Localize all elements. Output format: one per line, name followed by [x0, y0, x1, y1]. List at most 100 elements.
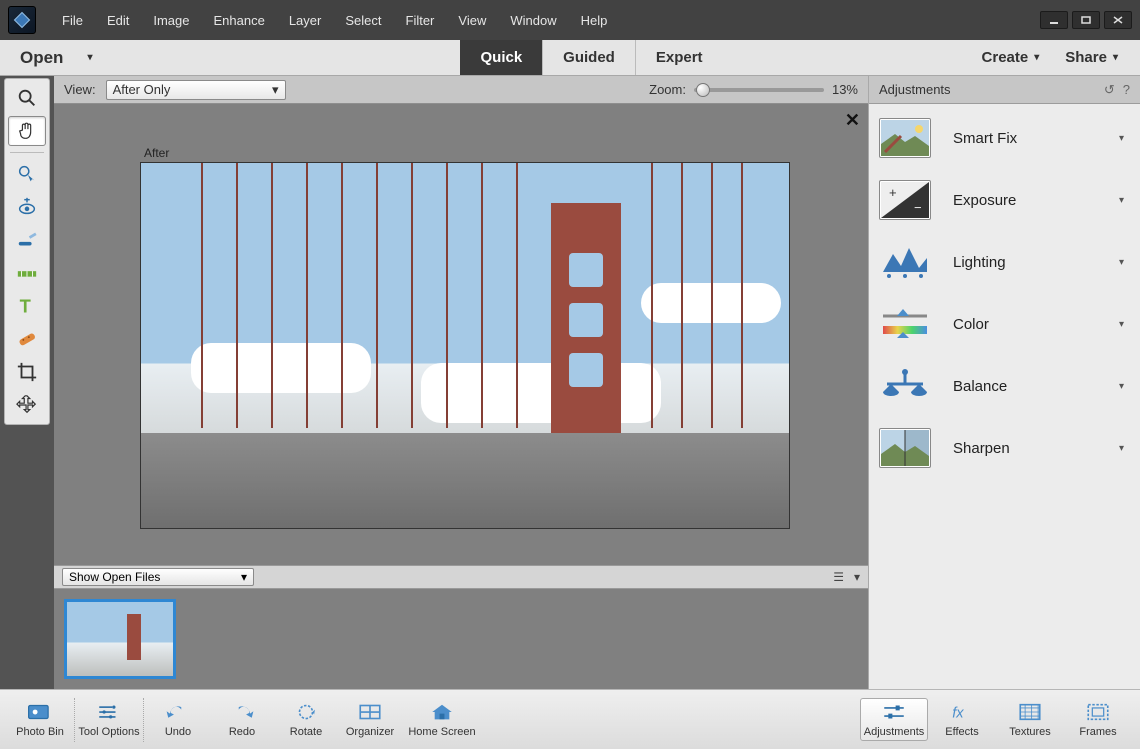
separator [10, 152, 44, 153]
collapse-icon[interactable]: ▾ [854, 570, 860, 584]
svg-text:fx: fx [952, 706, 964, 722]
cable [236, 163, 238, 428]
chevron-down-icon: ▾ [87, 52, 92, 63]
zoom-slider-thumb[interactable] [696, 83, 710, 97]
tool-redeye[interactable] [8, 192, 46, 222]
close-document-button[interactable]: ✕ [845, 110, 860, 131]
effects-label: Effects [945, 726, 978, 738]
create-button[interactable]: Create ▾ [972, 49, 1050, 66]
cable [481, 163, 483, 428]
tool-crop[interactable] [8, 357, 46, 387]
cable [411, 163, 413, 428]
cable [376, 163, 378, 428]
zoom-label: Zoom: [649, 82, 686, 97]
right-actions: Create ▾ Share ▾ [960, 40, 1140, 75]
menu-help[interactable]: Help [569, 13, 620, 28]
redo-label: Redo [229, 726, 255, 738]
rotate-button[interactable]: Rotate [274, 701, 338, 738]
menu-image[interactable]: Image [141, 13, 201, 28]
tool-straighten[interactable] [8, 258, 46, 288]
adj-exposure[interactable]: +− Exposure ▾ [879, 180, 1130, 220]
app-icon [8, 6, 36, 34]
reset-icon[interactable]: ↺ [1104, 82, 1115, 98]
close-button[interactable] [1104, 11, 1132, 29]
zoom-slider[interactable] [694, 88, 824, 92]
tab-guided[interactable]: Guided [542, 40, 635, 75]
tab-expert[interactable]: Expert [635, 40, 723, 75]
adjustments-label: Adjustments [864, 726, 925, 738]
home-screen-label: Home Screen [408, 726, 475, 738]
adj-lighting[interactable]: Lighting ▾ [879, 242, 1130, 282]
svg-text:+: + [889, 185, 897, 200]
organizer-button[interactable]: Organizer [338, 701, 402, 738]
menu-view[interactable]: View [446, 13, 498, 28]
photo-bin-label: Photo Bin [16, 726, 64, 738]
photo-bin-button[interactable]: Photo Bin [8, 701, 72, 738]
share-button[interactable]: Share ▾ [1055, 49, 1128, 66]
textures-panel-button[interactable]: Textures [996, 701, 1064, 738]
effects-panel-button[interactable]: fx Effects [928, 701, 996, 738]
maximize-button[interactable] [1072, 11, 1100, 29]
tool-text[interactable]: T [8, 291, 46, 321]
share-label: Share [1065, 49, 1107, 66]
adj-color[interactable]: Color ▾ [879, 304, 1130, 344]
adjustments-panel-button[interactable]: Adjustments [860, 698, 928, 741]
undo-button[interactable]: Undo [146, 701, 210, 738]
cable [741, 163, 743, 428]
tool-heal[interactable] [8, 324, 46, 354]
right-panel: Adjustments ↺ ? Smart Fix ▾ +− Exposure … [868, 76, 1140, 689]
redo-button[interactable]: Redo [210, 701, 274, 738]
menu-window[interactable]: Window [498, 13, 568, 28]
tool-zoom[interactable] [8, 83, 46, 113]
view-label: View: [64, 82, 96, 97]
chevron-down-icon: ▾ [241, 570, 247, 584]
show-open-files-dropdown[interactable]: Show Open Files ▾ [62, 568, 254, 586]
chevron-down-icon: ▾ [1119, 195, 1130, 206]
open-button[interactable]: Open ▾ [0, 40, 140, 75]
cable [446, 163, 448, 428]
adj-sharpen[interactable]: Sharpen ▾ [879, 428, 1130, 468]
menu-bar: File Edit Image Enhance Layer Select Fil… [0, 0, 1140, 40]
home-screen-button[interactable]: Home Screen [402, 701, 482, 738]
tool-options-button[interactable]: Tool Options [77, 701, 141, 738]
bridge-tower [551, 203, 621, 433]
minimize-button[interactable] [1040, 11, 1068, 29]
adj-smart-fix[interactable]: Smart Fix ▾ [879, 118, 1130, 158]
menu-select[interactable]: Select [333, 13, 393, 28]
adj-label: Lighting [953, 254, 1006, 271]
adj-label: Sharpen [953, 440, 1010, 457]
tool-whiten[interactable] [8, 225, 46, 255]
view-dropdown[interactable]: After Only ▾ [106, 80, 286, 100]
tab-quick[interactable]: Quick [460, 40, 542, 75]
window-controls [1040, 11, 1132, 29]
mini-tower [127, 614, 141, 660]
show-open-files-label: Show Open Files [69, 570, 160, 584]
adjustments-list: Smart Fix ▾ +− Exposure ▾ Lighting ▾ Col… [869, 104, 1140, 482]
menu-enhance[interactable]: Enhance [202, 13, 277, 28]
thumbnail[interactable] [64, 599, 176, 679]
menu-layer[interactable]: Layer [277, 13, 334, 28]
list-icon[interactable]: ☰ [833, 570, 844, 584]
tool-move[interactable] [8, 390, 46, 420]
cable [681, 163, 683, 428]
document-image[interactable] [140, 162, 790, 529]
svg-text:−: − [914, 200, 922, 215]
textures-label: Textures [1009, 726, 1051, 738]
help-icon[interactable]: ? [1123, 82, 1130, 98]
toolbox: T [4, 78, 50, 425]
adj-label: Color [953, 316, 989, 333]
chevron-down-icon: ▾ [1119, 443, 1130, 454]
adj-balance[interactable]: Balance ▾ [879, 366, 1130, 406]
organizer-label: Organizer [346, 726, 394, 738]
tool-quick-select[interactable] [8, 159, 46, 189]
menu-file[interactable]: File [50, 13, 95, 28]
menu-filter[interactable]: Filter [394, 13, 447, 28]
tool-hand[interactable] [8, 116, 46, 146]
chevron-down-icon: ▾ [1119, 133, 1130, 144]
frames-panel-button[interactable]: Frames [1064, 701, 1132, 738]
canvas-area: ✕ After [54, 104, 868, 565]
tool-options-label: Tool Options [78, 726, 139, 738]
menu-edit[interactable]: Edit [95, 13, 141, 28]
undo-label: Undo [165, 726, 191, 738]
road [141, 433, 789, 528]
